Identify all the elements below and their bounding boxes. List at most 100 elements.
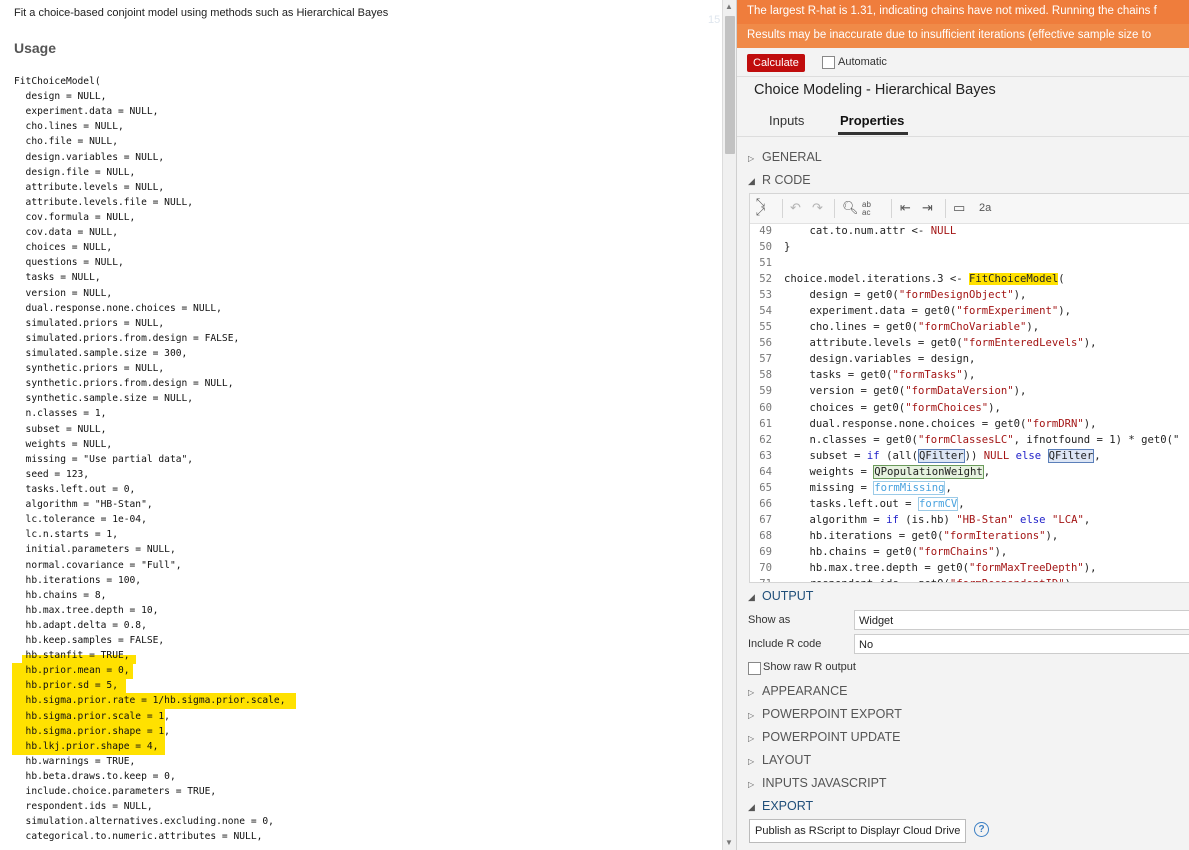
usage-code-line: seed = 123, (0, 467, 722, 482)
usage-code-line: initial.parameters = NULL, (0, 542, 722, 557)
editor-line: 61 dual.response.none.choices = get0("fo… (750, 416, 1189, 432)
line-number: 66 (759, 497, 772, 510)
usage-code-text: tasks = NULL, (14, 272, 101, 284)
usage-code-line: hb.sigma.prior.rate = 1/hb.sigma.prior.s… (0, 693, 722, 710)
usage-code-text: synthetic.priors = NULL, (14, 363, 165, 375)
usage-code-line: simulated.sample.size = 300, (0, 346, 722, 361)
usage-code-text: categorical.to.numeric.attributes = NULL… (14, 831, 263, 843)
section-powerpoint-update[interactable]: ▷ POWERPOINT UPDATE (748, 730, 900, 744)
line-number: 58 (759, 369, 772, 382)
usage-code-text: hb.prior.mean = 0, (14, 665, 130, 677)
redo-icon[interactable]: ↷ (812, 200, 823, 216)
publish-rscript-button[interactable]: Publish as RScript to Displayr Cloud Dri… (749, 819, 967, 843)
usage-code-line: synthetic.sample.size = NULL, (0, 391, 722, 406)
usage-code-text: choices = NULL, (14, 242, 113, 254)
usage-code-text: simulation.alternatives.excluding.none =… (14, 816, 274, 828)
divider (834, 199, 835, 218)
expand-icon[interactable]: ⤡ ⤢ (756, 198, 765, 218)
collapse-arrow-icon: ◢ (748, 802, 755, 812)
editor-line: 67 algorithm = if (is.hb) "HB-Stan" else… (750, 512, 1189, 528)
search-icon[interactable]: 🔍︎ (842, 200, 859, 216)
warning-banner-rhat: The largest R-hat is 1.31, indicating ch… (737, 0, 1189, 24)
undo-icon[interactable]: ↶ (790, 200, 801, 216)
include-r-code-select[interactable]: No (854, 634, 1189, 654)
help-scrollbar-thumb[interactable] (725, 16, 735, 154)
editor-line: 52 choice.model.iterations.3 <- FitChoice… (750, 271, 1189, 287)
section-layout[interactable]: ▷ LAYOUT (748, 753, 811, 767)
usage-code-text: respondent.ids = NULL, (14, 801, 153, 813)
usage-code-line: categorical.to.numeric.attributes = NULL… (0, 829, 722, 844)
help-scrollbar[interactable]: ▲ ▼ (722, 0, 737, 850)
usage-code-line: lc.n.starts = 1, (0, 527, 722, 542)
code-text: version = get0("formDataVersion"), (784, 385, 1027, 398)
section-label: EXPORT (762, 799, 814, 813)
usage-code-text: simulated.sample.size = 300, (14, 347, 188, 359)
font-size-icon[interactable]: 2a (979, 200, 991, 216)
section-export[interactable]: ◢ EXPORT (748, 799, 813, 813)
r-code-editor[interactable]: ⤡ ⤢ ↶ ↷ 🔍︎ ab ac ⇤ ⇥ ▭ 2a 49 cat.to.num.at… (749, 193, 1189, 583)
code-text: choice.model.iterations.3 <- FitChoiceMo… (784, 273, 1065, 286)
usage-code-line: design = NULL, (0, 89, 722, 104)
tab-inputs[interactable]: Inputs (769, 113, 804, 128)
divider (737, 136, 1189, 137)
usage-code-text: tasks.left.out = 0, (14, 483, 136, 495)
usage-code-line: cov.data = NULL, (0, 225, 722, 240)
outdent-icon[interactable]: ⇥ (922, 200, 933, 216)
line-number: 69 (759, 545, 772, 558)
code-text: attribute.levels = get0("formEnteredLeve… (784, 337, 1097, 350)
calculate-button[interactable]: Calculate (747, 54, 805, 72)
scroll-down-icon[interactable]: ▼ (725, 838, 733, 848)
background-artifact: 15 (708, 14, 721, 26)
usage-code-line: cho.file = NULL, (0, 134, 722, 149)
line-number: 64 (759, 465, 772, 478)
usage-code-text: design = NULL, (14, 91, 107, 103)
active-tab-indicator (838, 132, 908, 135)
usage-code-text: questions = NULL, (14, 257, 124, 269)
editor-line: 60 choices = get0("formChoices"), (750, 400, 1189, 416)
usage-code-line: attribute.levels.file = NULL, (0, 195, 722, 210)
tab-properties[interactable]: Properties (840, 113, 904, 128)
section-inputs-javascript[interactable]: ▷ INPUTS JAVASCRIPT (748, 776, 887, 790)
usage-code-text: subset = NULL, (14, 423, 107, 435)
usage-code-line: attribute.levels = NULL, (0, 180, 722, 195)
code-text: design = get0("formDesignObject"), (784, 289, 1027, 302)
usage-code-text: synthetic.priors.from.design = NULL, (14, 378, 234, 390)
help-pane: Fit a choice-based conjoint model using … (0, 0, 722, 850)
automatic-label: Automatic (838, 56, 887, 68)
usage-code-line: hb.lkj.prior.shape = 4, (0, 738, 722, 755)
indent-icon[interactable]: ⇤ (900, 200, 911, 216)
line-number: 63 (759, 449, 772, 462)
show-as-select[interactable]: Widget (854, 610, 1189, 630)
section-powerpoint-export[interactable]: ▷ POWERPOINT EXPORT (748, 707, 902, 721)
usage-code-line: hb.chains = 8, (0, 588, 722, 603)
comment-icon[interactable]: ▭ (953, 200, 965, 216)
show-raw-output-checkbox[interactable] (748, 662, 761, 675)
scroll-up-icon[interactable]: ▲ (725, 2, 733, 12)
usage-code-text: hb.keep.samples = FALSE, (14, 635, 165, 647)
usage-code-text: hb.sigma.prior.scale = 1, (14, 710, 170, 722)
section-output[interactable]: ◢ OUTPUT (748, 589, 813, 603)
usage-code-text: hb.iterations = 100, (14, 574, 142, 586)
editor-line: 70 hb.max.tree.depth = get0("formMaxTree… (750, 560, 1189, 576)
usage-code-line: hb.adapt.delta = 0.8, (0, 618, 722, 633)
usage-code-text: hb.beta.draws.to.keep = 0, (14, 771, 176, 783)
editor-line: 57 design.variables = design, (750, 351, 1189, 367)
section-general[interactable]: ▷ GENERAL (748, 150, 822, 164)
section-appearance[interactable]: ▷ APPEARANCE (748, 684, 847, 698)
code-text: respondent.ids = get0("formRespondentID"… (784, 576, 1072, 582)
usage-code-line: cho.lines = NULL, (0, 119, 722, 134)
section-label: POWERPOINT UPDATE (762, 730, 901, 744)
help-circle-icon[interactable]: ? (974, 822, 989, 837)
section-label: R CODE (762, 173, 811, 187)
usage-code-line: respondent.ids = NULL, (0, 799, 722, 814)
section-r-code[interactable]: ◢ R CODE (748, 173, 811, 187)
section-label: GENERAL (762, 150, 822, 164)
usage-code-text: hb.chains = 8, (14, 589, 107, 601)
code-text: choices = get0("formChoices"), (784, 401, 1001, 414)
usage-code-text: n.classes = 1, (14, 408, 107, 420)
editor-line: 69 hb.chains = get0("formChains"), (750, 544, 1189, 560)
replace-icon[interactable]: ab ac (862, 201, 871, 217)
automatic-checkbox[interactable] (822, 56, 835, 69)
usage-code-text: missing = "Use partial data", (14, 453, 194, 465)
include-r-code-label: Include R code (748, 638, 822, 650)
